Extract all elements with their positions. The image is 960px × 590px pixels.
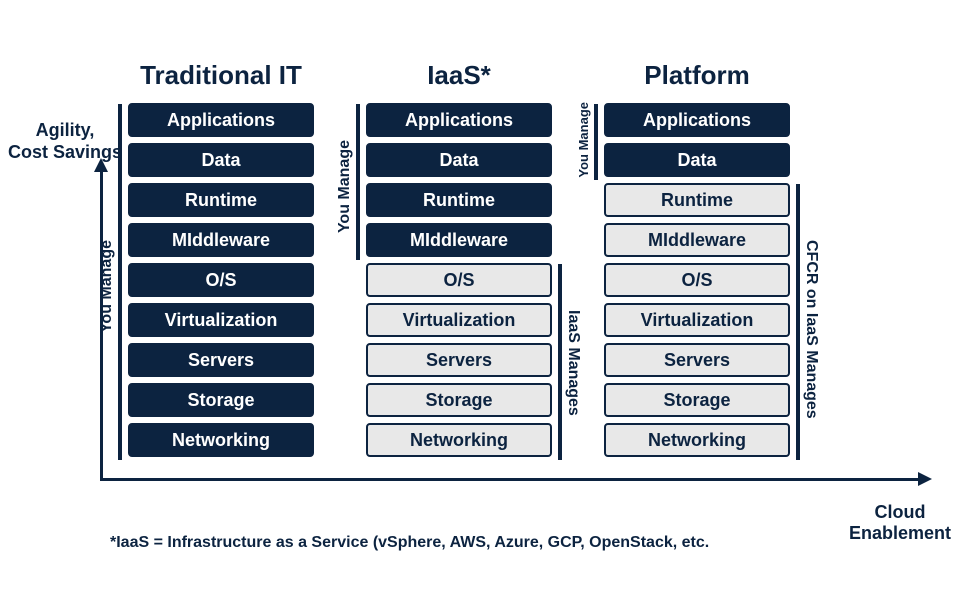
layer-virtualization: Virtualization (604, 303, 790, 337)
layer-data: Data (604, 143, 790, 177)
layer-data: Data (128, 143, 314, 177)
columns-container: Traditional IT Applications Data Runtime… (128, 60, 790, 457)
layer-storage: Storage (604, 383, 790, 417)
footnote: *IaaS = Infrastructure as a Service (vSp… (110, 534, 709, 552)
column-traditional: Traditional IT Applications Data Runtime… (128, 60, 314, 457)
y-axis-label: Agility, Cost Savings (5, 120, 125, 163)
layer-applications: Applications (128, 103, 314, 137)
x-axis-label: Cloud Enablement (845, 502, 955, 545)
bracket-iaas-manages (558, 264, 562, 460)
layer-servers: Servers (366, 343, 552, 377)
layer-applications: Applications (366, 103, 552, 137)
column-iaas: IaaS* Applications Data Runtime MIddlewa… (366, 60, 552, 457)
column-platform: Platform Applications Data Runtime MIddl… (604, 60, 790, 457)
bracket-cfcr-manages (796, 184, 800, 460)
layer-runtime: Runtime (366, 183, 552, 217)
bracket-label-cfcr-manages: CFCR on IaaS Manages (802, 240, 820, 419)
layer-os: O/S (366, 263, 552, 297)
layer-middleware: MIddleware (604, 223, 790, 257)
layer-storage: Storage (128, 383, 314, 417)
layer-networking: Networking (128, 423, 314, 457)
bracket-you-manage (594, 104, 598, 180)
layer-os: O/S (128, 263, 314, 297)
bracket-label-you-manage: You Manage (336, 140, 354, 233)
bracket-label-you-manage: You Manage (576, 102, 591, 178)
layer-servers: Servers (604, 343, 790, 377)
layer-applications: Applications (604, 103, 790, 137)
layer-stack: Applications Data Runtime MIddleware O/S… (366, 103, 552, 457)
layer-runtime: Runtime (604, 183, 790, 217)
layer-runtime: Runtime (128, 183, 314, 217)
layer-storage: Storage (366, 383, 552, 417)
layer-servers: Servers (128, 343, 314, 377)
column-title: IaaS* (427, 60, 491, 91)
bracket-label-iaas-manages: IaaS Manages (564, 310, 582, 416)
layer-stack: Applications Data Runtime MIddleware O/S… (604, 103, 790, 457)
layer-middleware: MIddleware (366, 223, 552, 257)
layer-data: Data (366, 143, 552, 177)
layer-middleware: MIddleware (128, 223, 314, 257)
bracket-you-manage (118, 104, 122, 460)
layer-stack: Applications Data Runtime MIddleware O/S… (128, 103, 314, 457)
layer-virtualization: Virtualization (366, 303, 552, 337)
column-title: Traditional IT (140, 60, 302, 91)
layer-networking: Networking (604, 423, 790, 457)
layer-os: O/S (604, 263, 790, 297)
bracket-label-you-manage: You Manage (98, 240, 116, 333)
layer-virtualization: Virtualization (128, 303, 314, 337)
x-axis-arrow (100, 478, 920, 481)
column-title: Platform (644, 60, 749, 91)
layer-networking: Networking (366, 423, 552, 457)
bracket-you-manage (356, 104, 360, 260)
